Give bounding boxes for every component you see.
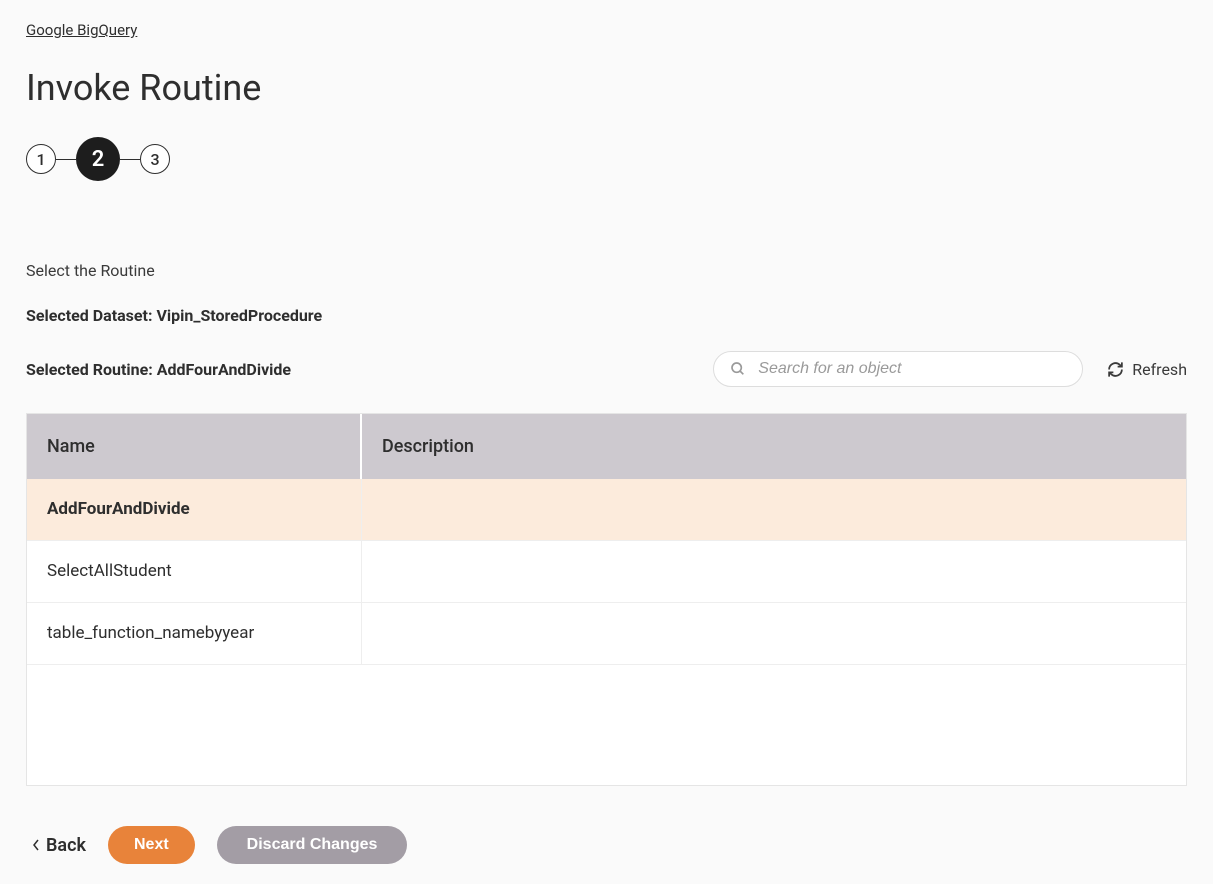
refresh-label: Refresh xyxy=(1132,360,1187,379)
next-button[interactable]: Next xyxy=(108,826,195,864)
search-icon xyxy=(730,361,746,377)
footer-actions: Back Next Discard Changes xyxy=(26,826,1187,864)
table-header: Name Description xyxy=(27,414,1186,479)
back-button[interactable]: Back xyxy=(32,835,86,856)
table-empty-area xyxy=(27,665,1186,785)
cell-description xyxy=(362,479,1186,540)
refresh-button[interactable]: Refresh xyxy=(1107,360,1187,379)
search-box[interactable] xyxy=(713,351,1083,387)
selected-routine-label: Selected Routine: AddFourAndDivide xyxy=(26,360,291,379)
page-title: Invoke Routine xyxy=(26,67,1187,109)
column-header-description[interactable]: Description xyxy=(362,414,1186,479)
search-input[interactable] xyxy=(758,360,1066,378)
column-header-name[interactable]: Name xyxy=(27,414,362,479)
cell-name: SelectAllStudent xyxy=(27,541,362,602)
cell-name: table_function_namebyyear xyxy=(27,603,362,664)
table-row[interactable]: table_function_namebyyear xyxy=(27,603,1186,665)
selected-dataset-label: Selected Dataset: Vipin_StoredProcedure xyxy=(26,306,1187,325)
refresh-icon xyxy=(1107,361,1124,378)
step-3[interactable]: 3 xyxy=(140,144,170,174)
breadcrumb-link[interactable]: Google BigQuery xyxy=(26,21,137,39)
stepper: 1 2 3 xyxy=(26,137,1187,181)
chevron-left-icon xyxy=(32,838,40,852)
step-1[interactable]: 1 xyxy=(26,144,56,174)
table-row[interactable]: SelectAllStudent xyxy=(27,541,1186,603)
table-row[interactable]: AddFourAndDivide xyxy=(27,479,1186,541)
step-connector xyxy=(56,159,76,160)
back-label: Back xyxy=(46,835,86,856)
step-2[interactable]: 2 xyxy=(76,137,120,181)
cell-name: AddFourAndDivide xyxy=(27,479,362,540)
routine-table: Name Description AddFourAndDivide Select… xyxy=(26,413,1187,786)
section-label: Select the Routine xyxy=(26,261,1187,280)
discard-button[interactable]: Discard Changes xyxy=(217,826,408,864)
step-connector xyxy=(120,159,140,160)
cell-description xyxy=(362,603,1186,664)
cell-description xyxy=(362,541,1186,602)
